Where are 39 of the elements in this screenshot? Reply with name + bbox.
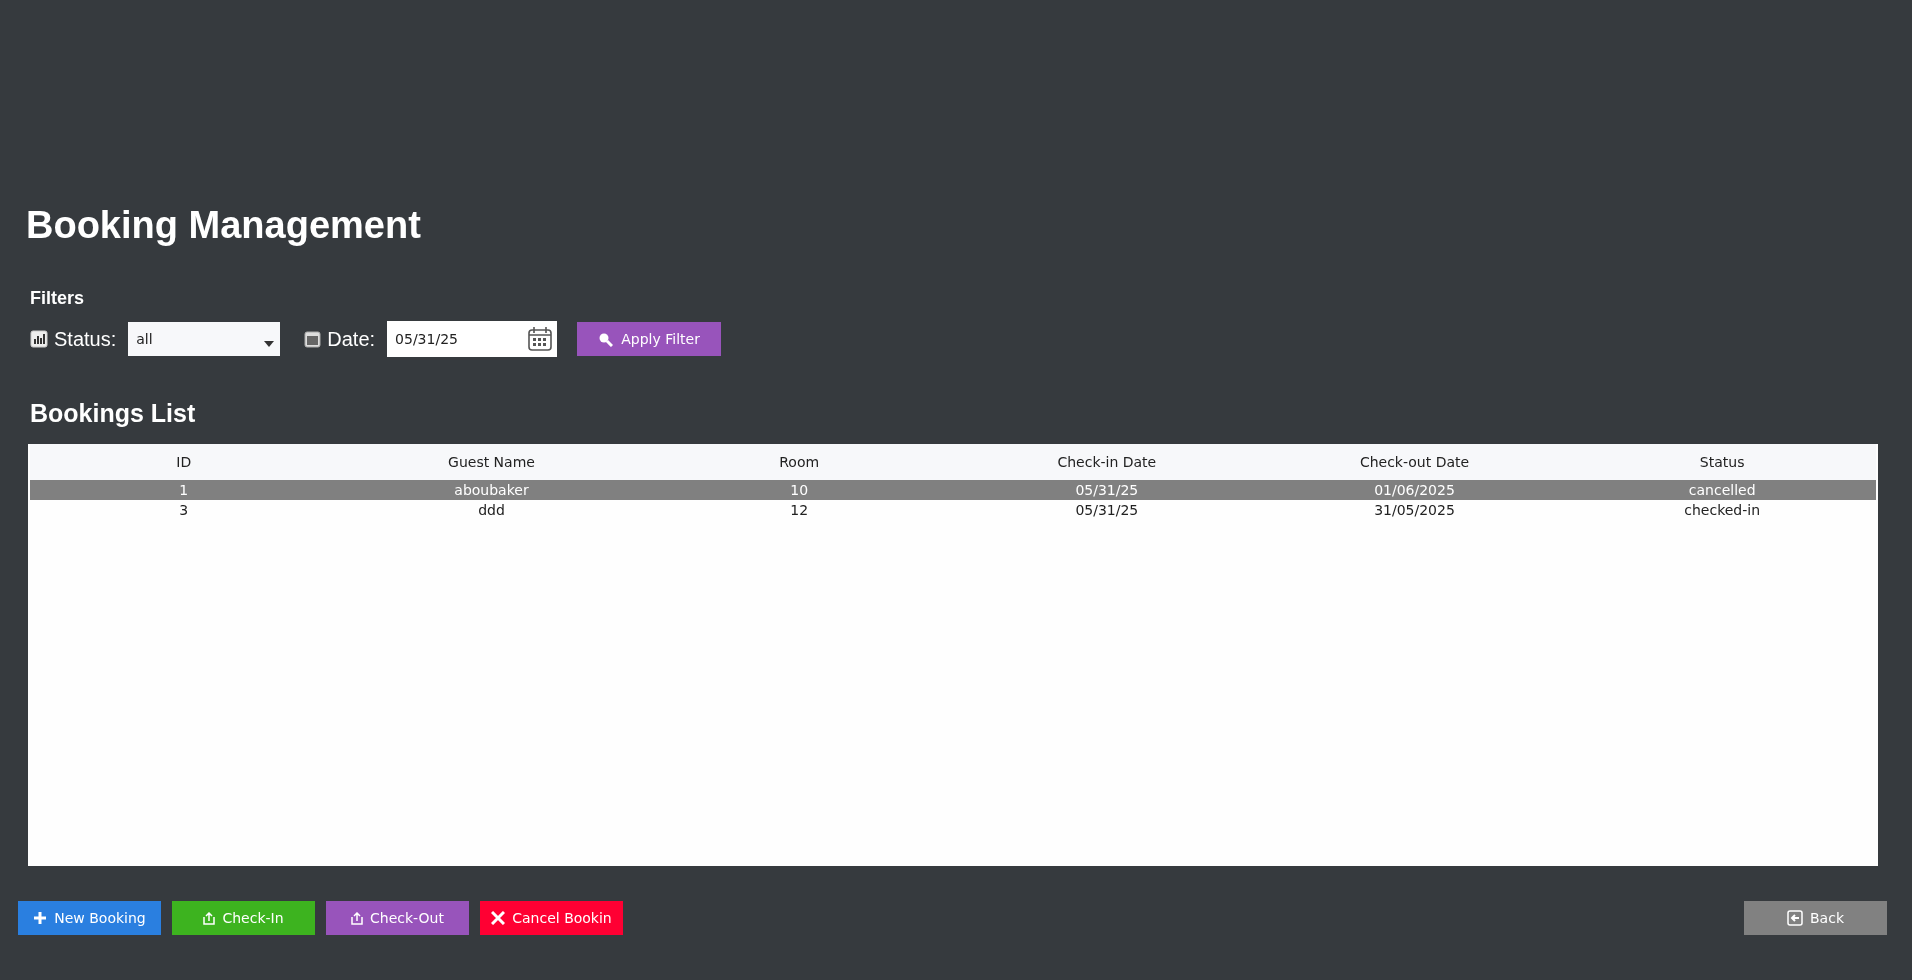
status-label: Status: — [54, 327, 117, 351]
column-header[interactable]: Check-in Date — [953, 454, 1261, 470]
column-header[interactable]: Check-out Date — [1260, 454, 1569, 470]
column-header[interactable]: Room — [645, 454, 953, 470]
table-cell-text: checked-in — [1683, 502, 1762, 518]
bar-chart-icon — [30, 330, 48, 348]
tray-arrow-icon — [203, 911, 216, 925]
cancel-button[interactable]: Cancel Bookin — [480, 901, 623, 935]
date-label: Date: — [327, 327, 376, 351]
back-button[interactable]: Back — [1744, 901, 1887, 935]
plus-icon — [33, 911, 48, 925]
table-cell-text: 10 — [789, 482, 810, 498]
bookings-list-heading: Bookings List — [30, 399, 197, 428]
table-cell-text: 1 — [178, 482, 190, 498]
table-cell-text: aboubaker — [453, 482, 530, 498]
table-cell-text: 01/06/2025 — [1373, 482, 1456, 498]
tray-arrow-icon — [351, 911, 364, 925]
action-button[interactable]: Check-Out — [326, 901, 469, 935]
column-header[interactable]: Status — [1568, 454, 1876, 470]
column-header[interactable]: Guest Name — [337, 454, 646, 470]
column-header[interactable]: ID — [30, 454, 338, 470]
page-title: Booking Management — [25, 203, 422, 248]
filters-heading: Filters — [30, 288, 86, 309]
table-cell-text: ddd — [477, 502, 506, 518]
table-row[interactable]: 3 ddd 12 05/31/25 31/05/2025 checked-in — [30, 500, 1876, 520]
table-cell-text: 12 — [789, 502, 810, 518]
search-icon — [598, 331, 614, 347]
close-icon — [491, 911, 506, 925]
status-dropdown[interactable]: all — [128, 322, 281, 356]
table-cell-text: 31/05/2025 — [1373, 502, 1456, 518]
table-cell-text: 3 — [178, 502, 190, 518]
date-field[interactable]: 05/31/25 — [387, 321, 558, 357]
dropdown-caret-icon — [264, 341, 275, 347]
table-cell-text: 05/31/25 — [1074, 502, 1140, 518]
apply-filter-button[interactable]: Apply Filter — [577, 322, 722, 356]
table-row[interactable]: 1 aboubaker 10 05/31/25 01/06/2025 cancelled — [30, 480, 1876, 500]
table-cell-text: cancelled — [1687, 482, 1757, 498]
new-booking-button[interactable]: New Booking — [18, 901, 161, 935]
table-cell-text: 05/31/25 — [1074, 482, 1140, 498]
